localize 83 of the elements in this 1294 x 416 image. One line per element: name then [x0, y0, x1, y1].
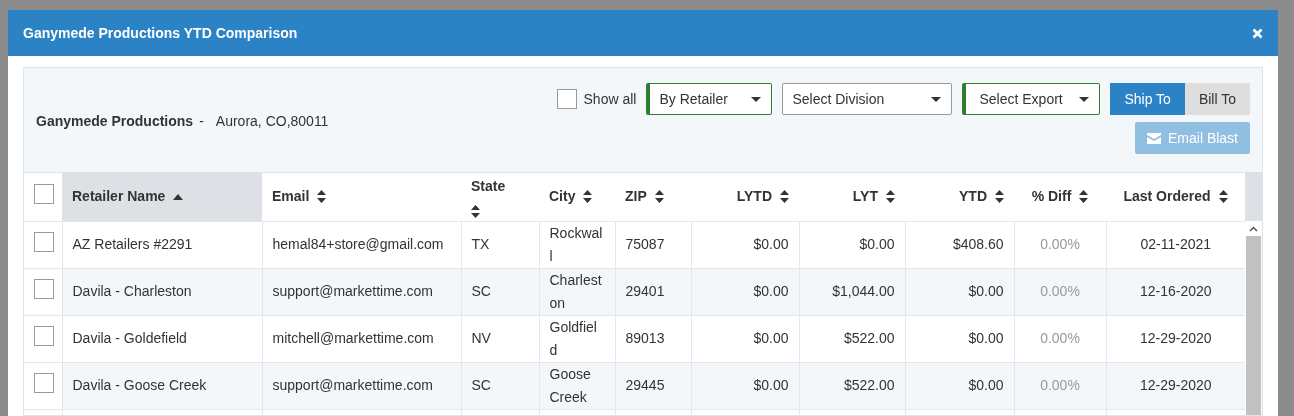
- column-header[interactable]: Last Ordered: [1106, 173, 1245, 221]
- sort-ascending-icon: [173, 193, 184, 200]
- table-cell: 12-16-2020: [1139, 283, 1212, 299]
- chevron-up-icon[interactable]: [1249, 225, 1258, 232]
- table-cell: 0.00%: [1040, 377, 1080, 393]
- sort-icon: [995, 190, 1004, 204]
- table-cell: SC: [471, 377, 491, 393]
- column-header[interactable]: % Diff: [1014, 173, 1106, 221]
- column-header[interactable]: YTD: [905, 173, 1014, 221]
- table-cell: $0.00: [753, 236, 789, 252]
- table-cell: 29401: [625, 283, 665, 299]
- table-cell: support@markettime.com: [272, 283, 433, 299]
- table-cell: 02-11-2021: [1140, 236, 1212, 252]
- table-cell: 89013: [625, 330, 665, 346]
- table-cell: 0.00%: [1040, 236, 1080, 252]
- table-cell: 0.00%: [1040, 330, 1080, 346]
- table-cell: $1,044.00: [832, 283, 895, 299]
- sort-icon: [471, 204, 480, 218]
- scrollbar[interactable]: [1245, 173, 1262, 415]
- table-cell: $0.00: [753, 283, 789, 299]
- dialog-title: Ganymede Productions YTD Comparison: [23, 23, 298, 43]
- table-cell: Davila - Charleston: [72, 283, 192, 299]
- company-address: Aurora, CO,80011: [215, 111, 329, 131]
- column-header[interactable]: State: [461, 173, 539, 221]
- checkbox-label: Show all: [583, 89, 637, 109]
- table-cell: 29445: [625, 377, 665, 393]
- table-cell: $0.00: [753, 330, 789, 346]
- table-cell: $0.00: [968, 330, 1004, 346]
- table-cell: $522.00: [843, 377, 895, 393]
- table-cell: $408.60: [952, 236, 1004, 252]
- select-dropdown[interactable]: Select Export: [962, 83, 1101, 115]
- table-cell: SC: [471, 283, 491, 299]
- table-cell-text: Goldfield: [549, 317, 598, 360]
- select-dropdown[interactable]: Select Division: [782, 83, 953, 115]
- table-cell: $0.00: [859, 236, 895, 252]
- table-cell-text: Goose Creek: [549, 364, 592, 407]
- address-toggle[interactable]: Bill To: [1184, 83, 1250, 115]
- table-cell: TX: [471, 236, 490, 252]
- company-name: Ganymede Productions: [36, 111, 194, 131]
- caret-icon: [931, 96, 942, 102]
- table-cell: Davila - Goldefield: [72, 330, 187, 346]
- address-toggle[interactable]: Ship To: [1110, 83, 1185, 115]
- envelope-icon: [1147, 132, 1161, 144]
- table-cell: support@markettime.com: [272, 377, 433, 393]
- table-cell: mitchell@markettime.com: [272, 330, 434, 346]
- table-cell: hemal84+store@gmail.com: [272, 236, 444, 252]
- table-cell: $0.00: [753, 377, 789, 393]
- table-cell: 12-29-2020: [1139, 377, 1212, 393]
- checkbox[interactable]: [34, 372, 54, 393]
- table-cell: 75087: [625, 236, 665, 252]
- table-cell: $0.00: [968, 377, 1004, 393]
- checkbox[interactable]: [556, 89, 577, 109]
- sort-icon: [654, 190, 664, 204]
- column-header[interactable]: Email: [262, 173, 461, 221]
- sort-icon: [886, 190, 895, 204]
- caret-icon: [1079, 96, 1090, 102]
- table-cell: $0.00: [968, 283, 1004, 299]
- select-dropdown[interactable]: By Retailer: [646, 83, 773, 115]
- column-header[interactable]: LYTD: [691, 173, 799, 221]
- table-cell: 0.00%: [1040, 283, 1080, 299]
- checkbox[interactable]: [34, 325, 54, 346]
- table-cell: NV: [471, 330, 491, 346]
- checkbox[interactable]: [34, 231, 54, 252]
- table-cell: 12-29-2020: [1139, 330, 1212, 346]
- column-header[interactable]: City: [539, 173, 615, 221]
- sort-icon: [1218, 190, 1228, 204]
- column-header[interactable]: LYT: [799, 173, 905, 221]
- column-header[interactable]: Retailer Name: [62, 173, 262, 221]
- checkbox[interactable]: [34, 278, 54, 299]
- sort-icon: [583, 190, 593, 204]
- close-icon[interactable]: [1252, 27, 1263, 39]
- table-cell: AZ Retailers #2291: [72, 236, 193, 252]
- separator-text: -: [199, 111, 204, 131]
- sort-icon: [780, 190, 789, 204]
- sort-icon: [317, 190, 327, 204]
- caret-icon: [751, 96, 762, 102]
- column-header[interactable]: ZIP: [615, 173, 691, 221]
- table-cell: Davila - Goose Creek: [72, 377, 207, 393]
- table-cell-text: Charleston: [549, 270, 603, 313]
- checkbox[interactable]: [34, 183, 54, 204]
- table-cell-text: Rockwall: [549, 223, 604, 266]
- table-cell: $522.00: [843, 330, 895, 346]
- sort-icon: [1079, 190, 1089, 204]
